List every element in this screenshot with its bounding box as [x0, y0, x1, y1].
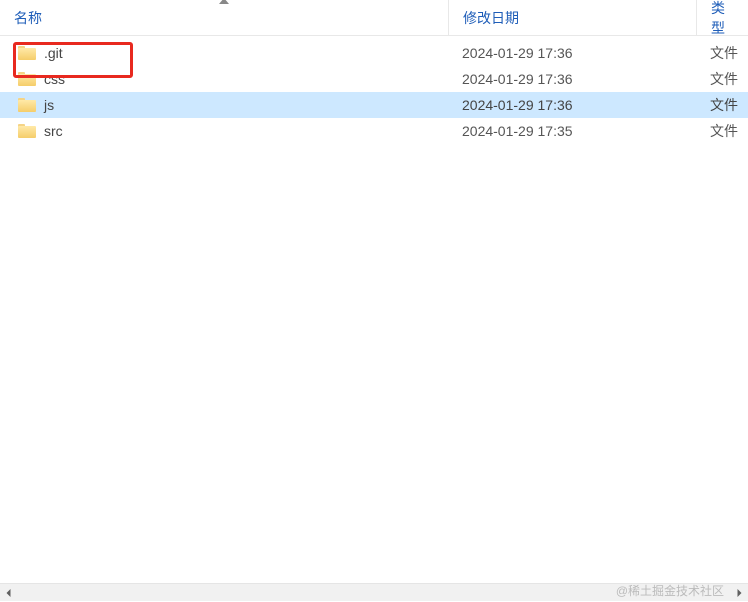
column-header-type[interactable]: 类型 — [696, 0, 748, 35]
file-name-cell: src — [0, 123, 448, 139]
file-name-label: src — [44, 123, 63, 139]
file-name-label: js — [44, 97, 54, 113]
column-header-modified-label: 修改日期 — [463, 8, 519, 28]
file-type-cell: 文件 — [696, 121, 748, 141]
file-list: .git2024-01-29 17:36文件css2024-01-29 17:3… — [0, 36, 748, 144]
file-name-label: css — [44, 71, 65, 87]
file-modified-cell: 2024-01-29 17:35 — [448, 123, 696, 139]
file-row[interactable]: js 2024-01-29 17:36文件 — [0, 92, 748, 118]
sort-ascending-icon — [219, 0, 229, 4]
scroll-left-icon[interactable] — [0, 584, 18, 602]
file-name-cell: js — [0, 97, 448, 113]
file-type-cell: 文件 — [696, 69, 748, 89]
file-row[interactable]: css 2024-01-29 17:36文件 — [0, 66, 748, 92]
column-header-row: 名称 修改日期 类型 — [0, 0, 748, 36]
folder-icon — [18, 72, 36, 86]
column-header-modified[interactable]: 修改日期 — [448, 0, 696, 35]
file-name-cell: .git — [0, 45, 448, 61]
file-modified-cell: 2024-01-29 17:36 — [448, 45, 696, 61]
file-modified-cell: 2024-01-29 17:36 — [448, 97, 696, 113]
file-row[interactable]: .git 2024-01-29 17:36文件 — [0, 40, 748, 66]
watermark-text: @稀土掘金技术社区 — [616, 582, 724, 599]
folder-icon — [18, 124, 36, 138]
column-header-name-label: 名称 — [14, 8, 42, 28]
file-modified-cell: 2024-01-29 17:36 — [448, 71, 696, 87]
folder-icon — [18, 98, 36, 112]
column-header-type-label: 类型 — [711, 0, 734, 38]
folder-icon — [18, 46, 36, 60]
file-name-label: .git — [44, 45, 63, 61]
file-type-cell: 文件 — [696, 95, 748, 115]
scroll-right-icon[interactable] — [730, 584, 748, 602]
file-row[interactable]: src 2024-01-29 17:35文件 — [0, 118, 748, 144]
column-header-name[interactable]: 名称 — [0, 0, 448, 35]
file-type-cell: 文件 — [696, 43, 748, 63]
file-name-cell: css — [0, 71, 448, 87]
